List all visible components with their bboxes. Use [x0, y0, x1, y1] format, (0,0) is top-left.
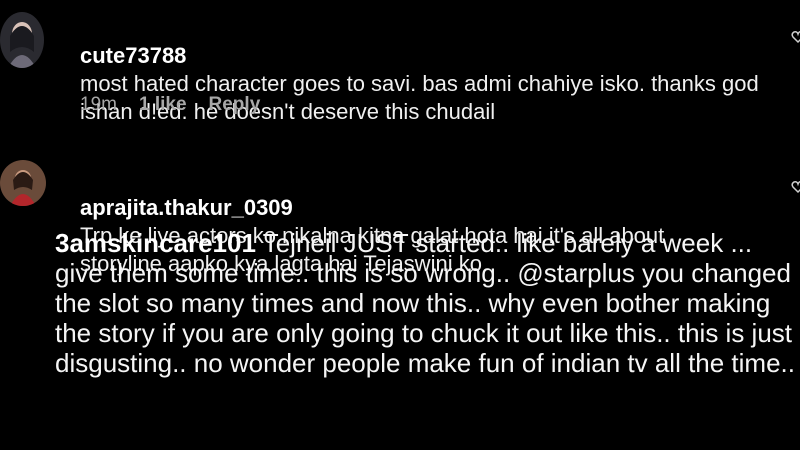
comment-item: aprajita.thakur_0309 Trp ke liye actors …: [0, 150, 800, 276]
avatar[interactable]: [0, 160, 46, 206]
comment-item: cute73788 most hated character goes to s…: [0, 0, 800, 140]
overlay-username[interactable]: 3amskincare101: [55, 228, 256, 258]
overlay-comment: 3amskincare101 Tejneil JUST started.. li…: [55, 228, 800, 378]
comment-likes[interactable]: 1 like: [139, 94, 187, 116]
avatar[interactable]: [0, 12, 44, 68]
comment-username[interactable]: cute73788: [80, 43, 186, 68]
comment-meta: 19m 1 like Reply: [80, 94, 260, 116]
comment-username[interactable]: aprajita.thakur_0309: [80, 195, 293, 220]
heart-icon[interactable]: [791, 180, 800, 194]
heart-icon[interactable]: [791, 30, 800, 44]
reply-button[interactable]: Reply: [209, 94, 261, 116]
comment-time: 19m: [80, 94, 117, 115]
